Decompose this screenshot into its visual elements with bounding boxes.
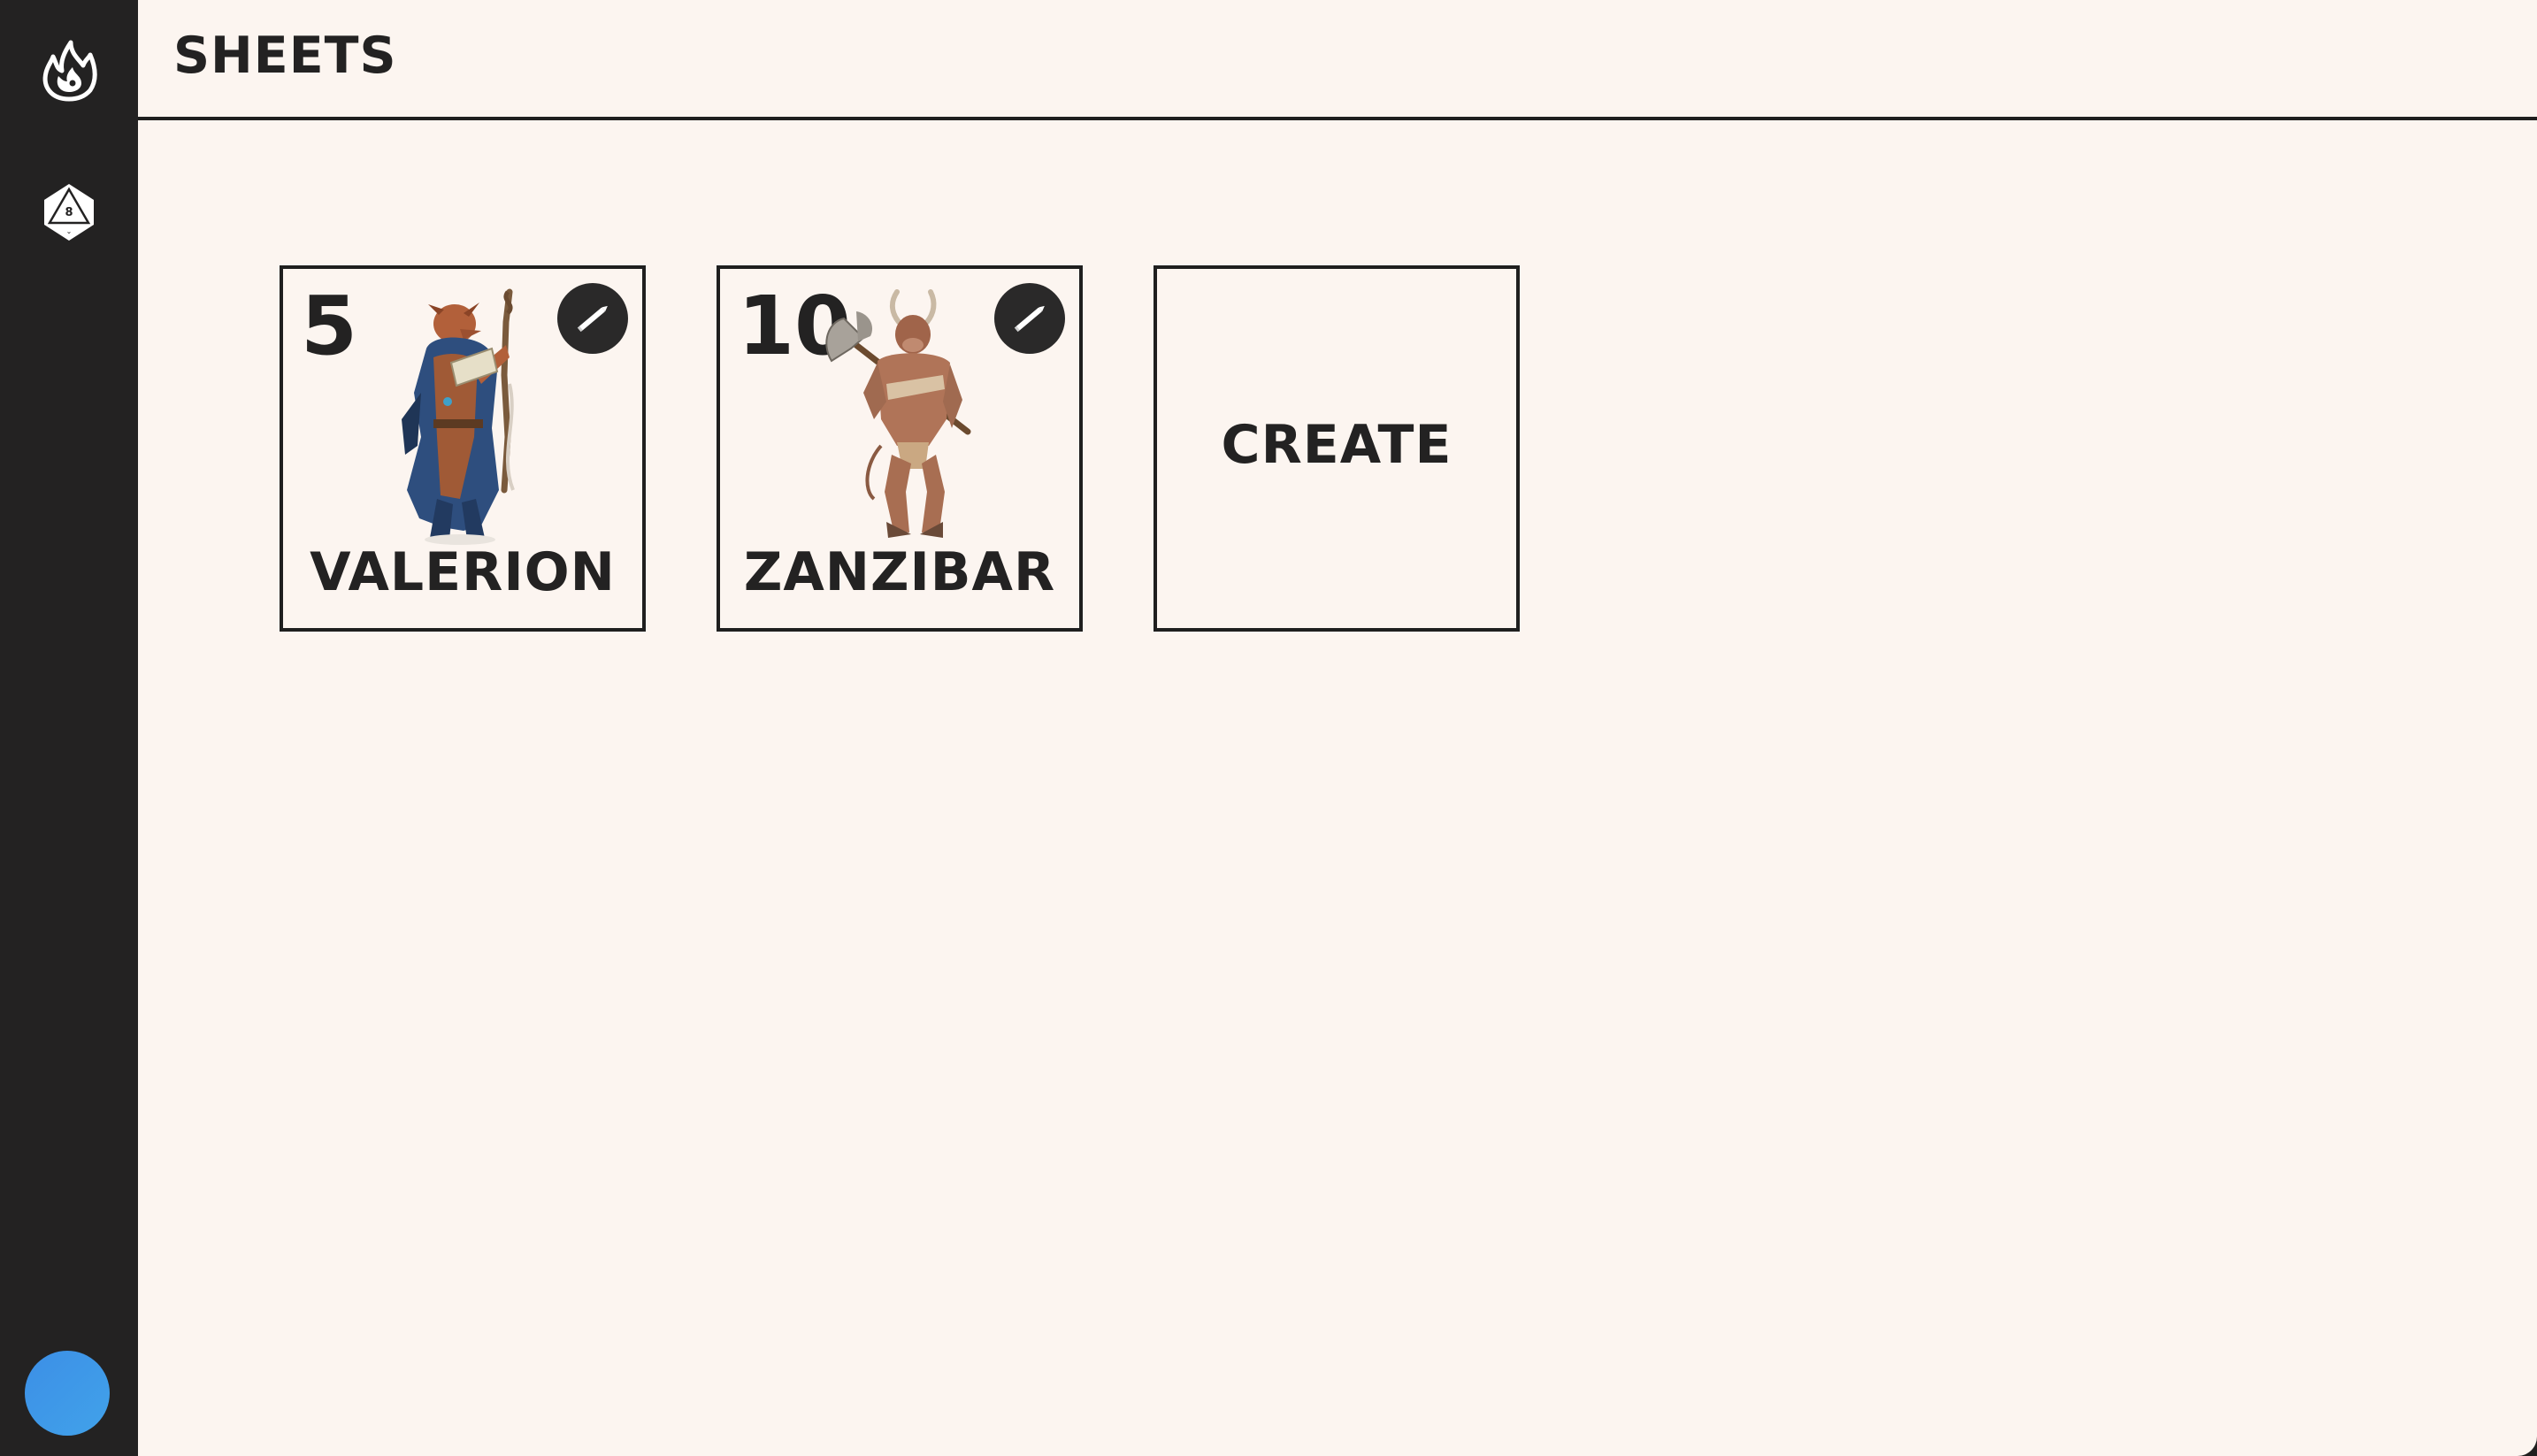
create-sheet-button[interactable]: CREATE xyxy=(1154,265,1520,632)
page-title: SHEETS xyxy=(173,27,397,85)
character-level: 5 xyxy=(301,279,358,373)
flame-logo-icon[interactable] xyxy=(35,37,103,104)
pencil-icon xyxy=(1014,305,1045,333)
character-name: VALERION xyxy=(310,541,616,603)
app-root: 8 ⌄ SHEETS 5 VALERION 10 ZANZIBAR CREATE xyxy=(0,0,2537,1456)
dragonborn-mage-portrait xyxy=(402,288,515,545)
main-content: SHEETS 5 VALERION 10 ZANZIBAR CREATE xyxy=(138,0,2537,1456)
sheet-card-zanzibar[interactable]: 10 ZANZIBAR xyxy=(717,265,1083,632)
d8-dice-icon[interactable]: 8 ⌄ xyxy=(35,179,103,246)
character-name: ZANZIBAR xyxy=(743,541,1056,603)
sheet-card-valerion[interactable]: 5 VALERION xyxy=(280,265,646,632)
create-label: CREATE xyxy=(1221,414,1452,476)
user-avatar[interactable] xyxy=(25,1351,110,1436)
page-header: SHEETS xyxy=(138,0,2537,120)
edit-sheet-button[interactable] xyxy=(994,283,1065,354)
die-label: 8 xyxy=(65,206,73,219)
minotaur-warrior-portrait xyxy=(825,289,971,538)
pencil-icon xyxy=(577,305,608,333)
die-small-mark: ⌄ xyxy=(66,227,73,235)
sidebar: 8 ⌄ xyxy=(0,0,138,1456)
edit-sheet-button[interactable] xyxy=(557,283,628,354)
